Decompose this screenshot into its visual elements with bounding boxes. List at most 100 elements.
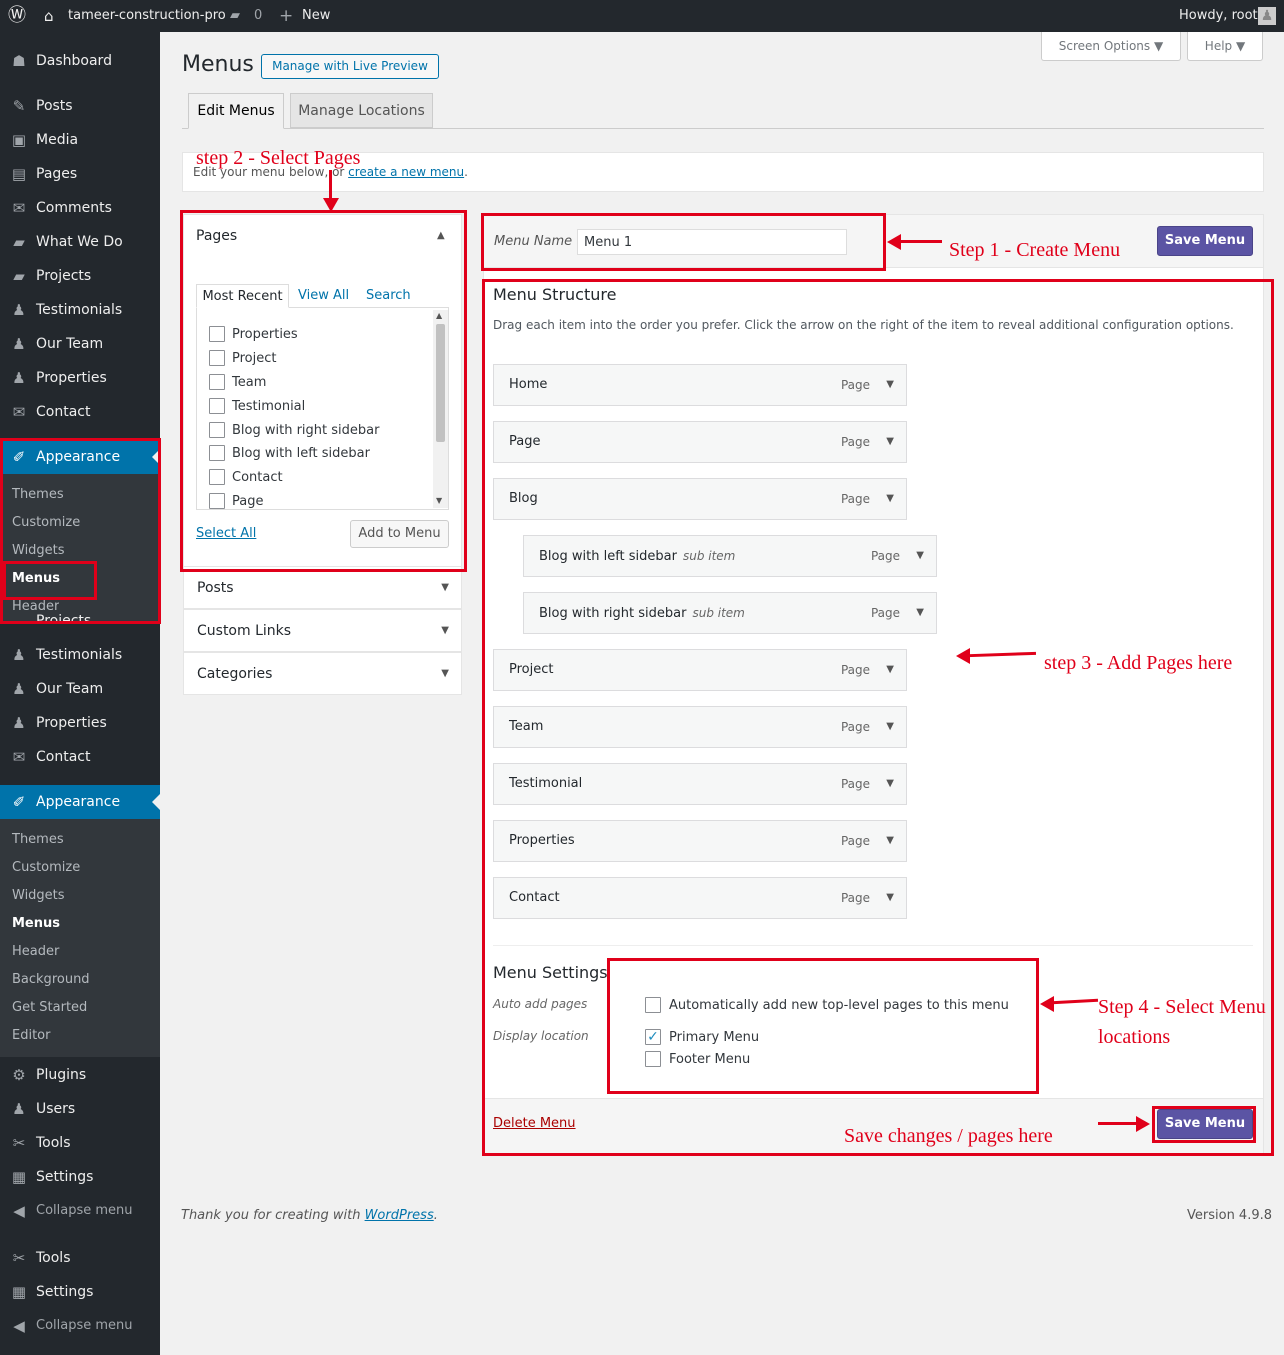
menu-appearance-2[interactable]: ✐ Appearance <box>0 785 160 819</box>
arrow-step1-shaft <box>898 240 942 243</box>
accordion-custom-links[interactable]: Custom Links ▼ <box>183 609 462 652</box>
tab-manage-locations[interactable]: Manage Locations <box>290 93 433 128</box>
menu-icon: ♟ <box>12 369 26 387</box>
arrow-save-shaft <box>1098 1122 1138 1125</box>
comments-icon[interactable]: ▰ <box>230 0 240 32</box>
menu-media[interactable]: ▣ Media <box>0 123 160 157</box>
menu-tools[interactable]: ✂ Tools <box>0 1126 160 1160</box>
menu-icon: ♟ <box>12 646 26 664</box>
menu-label: Testimonials <box>36 302 123 318</box>
accordion-posts[interactable]: Posts ▼ <box>183 566 462 609</box>
howdy-user[interactable]: Howdy, root <box>1179 0 1258 32</box>
menu-properties[interactable]: ♟ Properties <box>0 361 160 395</box>
annotation-step3: step 3 - Add Pages here <box>1044 652 1233 674</box>
menu-pages[interactable]: ▤ Pages <box>0 157 160 191</box>
menu-settings[interactable]: ▦ Settings <box>0 1275 160 1309</box>
arrow-step4-head <box>1040 996 1054 1012</box>
menu-our-team[interactable]: ♟ Our Team <box>0 327 160 361</box>
menu-label: Users <box>36 1101 76 1117</box>
annotation-box-menu-name <box>481 213 886 271</box>
menu-label: Dashboard <box>36 53 112 69</box>
menu-label: What We Do <box>36 234 123 250</box>
menu-icon: ▰ <box>13 267 25 285</box>
menu-label: Our Team <box>36 681 104 697</box>
site-name-link[interactable]: tameer-construction-pro <box>68 0 226 32</box>
tab-edit-menus[interactable]: Edit Menus <box>188 93 284 129</box>
menu-contact[interactable]: ✉ Contact <box>0 395 160 429</box>
menu-label: Testimonials <box>36 647 123 663</box>
menu-label: Media <box>36 132 79 148</box>
submenu-themes[interactable]: Themes <box>12 826 64 854</box>
menu-settings[interactable]: ▦ Settings <box>0 1160 160 1194</box>
chevron-down-icon: ▼ <box>441 582 449 593</box>
wordpress-logo-icon[interactable]: Ⓦ <box>8 0 26 32</box>
menu-plugins[interactable]: ⚙ Plugins <box>0 1058 160 1092</box>
menu-label: Contact <box>36 404 91 420</box>
avatar[interactable]: ♟ <box>1258 7 1276 25</box>
menu-collapse-menu[interactable]: ◀ Collapse menu <box>0 1194 160 1228</box>
menu-icon: ♟ <box>12 680 26 698</box>
accordion-categories[interactable]: Categories ▼ <box>183 652 462 695</box>
menu-icon: ▰ <box>13 233 25 251</box>
menu-icon: ♟ <box>12 714 26 732</box>
menu-label: Settings <box>36 1284 94 1300</box>
plus-icon[interactable]: + <box>279 0 293 32</box>
paintbrush-icon: ✐ <box>12 793 26 811</box>
menu-icon: ✂ <box>12 1134 26 1152</box>
screen-options-button[interactable]: Screen Options ▼ <box>1041 32 1181 61</box>
annotation-step1: Step 1 - Create Menu <box>949 239 1121 261</box>
menu-icon: ▦ <box>11 1283 27 1301</box>
menu-contact[interactable]: ✉ Contact <box>0 740 160 774</box>
menu-icon: ▦ <box>11 1168 27 1186</box>
menu-icon: ♟ <box>12 301 26 319</box>
menu-posts[interactable]: ✎ Posts <box>0 89 160 123</box>
annotation-box-pages <box>180 210 467 572</box>
menu-users[interactable]: ♟ Users <box>0 1092 160 1126</box>
menu-our-team[interactable]: ♟ Our Team <box>0 672 160 706</box>
menu-label: Contact <box>36 749 91 765</box>
annotation-step2: step 2 - Select Pages <box>196 147 361 169</box>
home-icon: ⌂ <box>44 7 54 25</box>
save-menu-button-top[interactable]: Save Menu <box>1157 226 1253 256</box>
admin-bar: Ⓦ ⌂ tameer-construction-pro ▰ 0 + New Ho… <box>0 0 1284 32</box>
menu-icon: ◀ <box>13 1317 25 1335</box>
menu-icon: ⚙ <box>12 1066 26 1084</box>
menu-dashboard[interactable]: ☗ Dashboard <box>0 44 160 78</box>
menu-label: Pages <box>36 166 78 182</box>
menu-what-we-do[interactable]: ▰ What We Do <box>0 225 160 259</box>
menu-testimonials[interactable]: ♟ Testimonials <box>0 638 160 672</box>
submenu-get-started[interactable]: Get Started <box>12 994 87 1022</box>
menu-label: Settings <box>36 1169 94 1185</box>
comments-count[interactable]: 0 <box>254 0 262 32</box>
menu-collapse-menu[interactable]: ◀ Collapse menu <box>0 1309 160 1343</box>
annotation-box-menus <box>3 561 97 600</box>
live-preview-button[interactable]: Manage with Live Preview <box>261 54 439 79</box>
menu-icon: ♟ <box>12 335 26 353</box>
menu-properties[interactable]: ♟ Properties <box>0 706 160 740</box>
menu-comments[interactable]: ✉ Comments <box>0 191 160 225</box>
chevron-down-icon: ▼ <box>441 668 449 679</box>
submenu-background[interactable]: Background <box>12 966 90 994</box>
menu-label: Posts <box>36 98 73 114</box>
menu-label: Tools <box>36 1135 71 1151</box>
annotation-box-save <box>1152 1106 1256 1143</box>
arrow-save-head <box>1136 1116 1150 1132</box>
submenu-editor[interactable]: Editor <box>12 1022 50 1050</box>
submenu-header[interactable]: Header <box>12 938 59 966</box>
new-link[interactable]: New <box>302 0 330 32</box>
help-button[interactable]: Help ▼ <box>1187 32 1263 61</box>
menu-testimonials[interactable]: ♟ Testimonials <box>0 293 160 327</box>
submenu-menus[interactable]: Menus <box>12 910 60 938</box>
menu-icon: ✉ <box>12 748 26 766</box>
menu-tools[interactable]: ✂ Tools <box>0 1241 160 1275</box>
submenu-customize[interactable]: Customize <box>12 854 80 882</box>
wordpress-link[interactable]: WordPress <box>365 1208 434 1223</box>
create-new-menu-link[interactable]: create a new menu <box>348 165 464 179</box>
arrow-step1-head <box>887 234 901 250</box>
menu-label: Comments <box>36 200 112 216</box>
submenu-widgets[interactable]: Widgets <box>12 882 65 910</box>
annotation-step4-line2: locations <box>1098 1026 1171 1048</box>
menu-label: Our Team <box>36 336 104 352</box>
menu-projects[interactable]: ▰ Projects <box>0 259 160 293</box>
footer-thanks: Thank you for creating with WordPress. <box>181 1208 438 1223</box>
